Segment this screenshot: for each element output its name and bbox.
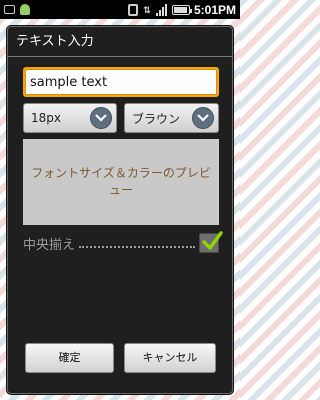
text-input-field[interactable] (23, 67, 219, 97)
center-align-label: 中央揃え (23, 237, 76, 253)
color-spinner[interactable]: ブラウン (124, 103, 219, 133)
center-align-row[interactable]: 中央揃え (23, 231, 223, 255)
cancel-button[interactable]: キャンセル (124, 343, 216, 373)
battery-icon (171, 4, 192, 15)
chevron-down-icon (192, 107, 214, 129)
checkmark-icon (202, 231, 223, 250)
center-align-checkbox[interactable] (199, 231, 223, 253)
preview-box: フォントサイズ＆カラーのプレビュー (23, 139, 219, 225)
color-value: ブラウン (132, 111, 181, 126)
font-size-spinner[interactable]: 18px (23, 103, 117, 133)
signal-icon (155, 3, 168, 16)
android-icon (20, 4, 30, 15)
vibrate-icon (127, 3, 138, 16)
preview-text: フォントサイズ＆カラーのプレビュー (31, 166, 211, 197)
status-time: 5:01PM (193, 2, 236, 17)
dotted-leader (79, 239, 195, 248)
data-icon: ⇅ (143, 4, 151, 15)
confirm-button[interactable]: 確定 (25, 343, 114, 373)
status-bar: ⇅ 5:01PM (0, 0, 240, 19)
text-input-dialog: テキスト入力 18px ブラウン フォントサイズ＆カラーのプレビュー 中央揃え … (7, 26, 233, 394)
usb-icon (4, 5, 15, 14)
font-size-value: 18px (31, 111, 61, 125)
chevron-down-icon (90, 107, 112, 129)
dialog-title: テキスト入力 (8, 27, 232, 57)
